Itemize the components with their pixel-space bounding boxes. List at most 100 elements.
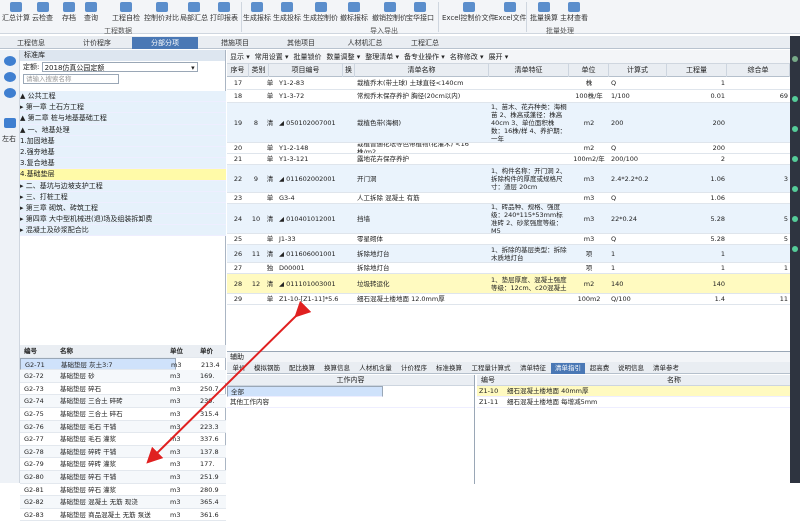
aux-tab[interactable]: 清单指引 (551, 363, 585, 374)
aux-tab[interactable]: 模拟钢筋 (250, 363, 284, 374)
tree-item[interactable]: ▸ 三、打桩工程 (20, 191, 226, 203)
excel-control-button[interactable]: Excel控制价文件 (442, 2, 496, 24)
toolbar-item[interactable]: 批量锁价 (294, 53, 322, 61)
library-table-row[interactable]: G2-78 基础垫层 碎砖 干铺 m3 137.8 (20, 445, 226, 459)
grid-icon[interactable] (4, 56, 16, 66)
gen-control-button[interactable]: 生成控制价 (303, 2, 338, 24)
tree-item[interactable]: ▲ 公共工程 (20, 91, 226, 103)
tree-item[interactable]: 3.复合地基 (20, 158, 226, 170)
dock-icon[interactable] (792, 246, 798, 252)
library-table-row[interactable]: G2-74 基础垫层 三合土 碎砖 m3 239. (20, 395, 226, 408)
excel-file-button[interactable]: Excel文件 (494, 2, 527, 24)
grid-row[interactable]: 23 单 G3-4 人工拆除 混凝土 有筋 m3 Q 1.06 (227, 193, 790, 204)
aux-tab[interactable]: 清单特征 (516, 363, 550, 374)
gen-bid-button[interactable]: 生成报标 (243, 2, 271, 24)
summary-calc-button[interactable]: 汇总计算 (2, 2, 30, 24)
grid-row[interactable]: 18 单 Y1-3-72 常规乔木保存养护 胸径(20cm以内) 100株/年 1/100… (227, 90, 790, 103)
library-search-input[interactable]: 请输入搜索名称 (23, 74, 119, 84)
library-table-row[interactable]: G2-83 基础垫层 商品混凝土 无筋 泵送 m3 361.6 (20, 509, 226, 521)
toolbar-item[interactable]: 展开 ▾ (489, 53, 509, 61)
guidance-row[interactable]: Z1-11 细石混凝土楼地面 每增减5mm (477, 397, 800, 408)
target-icon[interactable] (4, 88, 16, 98)
tree-item[interactable]: ▸ 第四章 大中型机械进(退)场及组装拆卸费 (20, 214, 226, 226)
dock-icon[interactable] (792, 56, 798, 62)
aux-tab[interactable]: 清单参考 (649, 363, 683, 374)
cloud-icon[interactable] (4, 72, 16, 82)
partial-summary-button[interactable]: 局部汇总 (180, 2, 208, 24)
aux-tab[interactable]: 人材机含量 (355, 363, 396, 374)
tree-item[interactable]: ▸ 二、基坑与边坡支护工程 (20, 180, 226, 192)
query-button[interactable]: 查询 (84, 2, 98, 24)
quota-select[interactable]: 2018仿真公园定额 ▾ (41, 62, 198, 72)
aux-tab[interactable]: 配比换算 (285, 363, 319, 374)
aux-tab[interactable]: 超高费 (586, 363, 613, 374)
library-table-row[interactable]: G2-77 基础垫层 毛石 灌浆 m3 337.6 (20, 433, 226, 446)
library-table-row[interactable]: G2-82 基础垫层 混凝土 无筋 现浇 m3 365.4 (20, 496, 226, 509)
tab-itemized[interactable]: 分部分项 (132, 37, 198, 49)
toolbar-item[interactable]: 常用设置 ▾ (255, 53, 289, 61)
library-table-row[interactable]: G2-80 基础垫层 碎石 干铺 m3 251.9 (20, 470, 226, 484)
tree-item[interactable]: 4.基础垫层 (20, 169, 226, 181)
dock-icon[interactable] (792, 156, 798, 162)
library-table-row[interactable]: G2-75 基础垫层 三合土 碎石 m3 315.4 (20, 408, 226, 421)
aux-tab[interactable]: 计价程序 (397, 363, 431, 374)
tab-pricing-program[interactable]: 计价程序 (68, 37, 126, 49)
toolbar-item[interactable]: 备专业操作 ▾ (404, 53, 445, 61)
grid-row[interactable]: 27 独 D00001 拆除地灯台 项 1 1 1 (227, 263, 790, 274)
grid-row[interactable]: 24 10 清 ◢ 010401012001 挡墙 1、砖品种、规格、强度级：240*11… (227, 204, 790, 234)
aux-tab[interactable]: 换算信息 (320, 363, 354, 374)
toolbar-item[interactable]: 整理清单 ▾ (365, 53, 399, 61)
save-button[interactable]: 存档 (62, 2, 76, 24)
tree-item[interactable]: ▲ 第二章 桩与地基基础工程 (20, 113, 226, 125)
tab-measures[interactable]: 措施项目 (206, 37, 264, 49)
dock-icon[interactable] (792, 96, 798, 102)
aux-tab[interactable]: 说明信息 (614, 363, 648, 374)
toolbar-item[interactable]: 数量调整 ▾ (327, 53, 361, 61)
library-table-row[interactable]: G2-73 基础垫层 碎石 m3 250.7 (20, 383, 226, 396)
library-table-row[interactable]: G2-81 基础垫层 碎石 灌浆 m3 280.9 (20, 484, 226, 497)
price-compare-button[interactable]: 控制价对比 (144, 2, 179, 24)
library-table-row[interactable]: G2-71 基础垫层 灰土3:7 m3 213.4 (20, 357, 220, 371)
grid-row[interactable]: 21 单 Y1-3-121 露地花卉保存养护 100m2/年 200/100 2 (227, 154, 790, 165)
project-check-button[interactable]: 工程自检 (112, 2, 140, 24)
material-view-button[interactable]: 主材查看 (560, 2, 588, 24)
aux-tab[interactable]: 工程量计算式 (467, 363, 515, 374)
dock-icon[interactable] (792, 126, 798, 132)
grid-row[interactable]: 19 8 清 ◢ 050102007001 栽植色带(海桐) 1、苗木、花卉种类：海桐苗 … (227, 103, 790, 143)
grid-row[interactable]: 17 单 Y1-2-83 栽植乔木(带土球) 土球直径<140cm 株 Q 1 (227, 77, 790, 90)
swap-arrows-icon[interactable] (4, 118, 16, 128)
tree-item[interactable]: ▲ 一、地基处理 (20, 124, 226, 136)
aux-tab[interactable]: 单价 (229, 363, 249, 374)
tree-item[interactable]: ▸ 第三章 砌筑、砖筑工程 (20, 202, 226, 215)
left-right-toggle[interactable]: 左右 (2, 134, 16, 144)
grid-row[interactable]: 25 单 J1-33 零星砌体 m3 Q 5.28 5 (227, 234, 790, 245)
guidance-row[interactable]: Z1-10 细石混凝土楼地面 40mm厚 (477, 386, 800, 397)
work-content-row[interactable]: 全部 (227, 386, 383, 397)
tree-item[interactable]: 1.加固地基 (20, 135, 226, 147)
work-content-row[interactable]: 其他工作内容 (227, 397, 474, 408)
cloud-check-button[interactable]: 云检查 (32, 2, 53, 24)
tree-item[interactable]: ▸ 混凝土及砂浆配合比 (20, 225, 226, 237)
tab-project-info[interactable]: 工程信息 (4, 37, 58, 49)
tab-labor-material[interactable]: 人材机汇总 (336, 37, 394, 49)
toolbar-item[interactable]: 名称修改 ▾ (450, 53, 484, 61)
grid-row[interactable]: 26 11 清 ◢ 011606001001 拆除地灯台 1、拆除的基层类型：拆除木质地灯… (227, 245, 790, 263)
tree-item[interactable]: 2.强夯地基 (20, 146, 226, 159)
grid-row[interactable]: 20 单 Y1-2-148 栽植普通花坛等色带植物(花灌木) <16株/m2 m2 Q 20… (227, 143, 790, 154)
tree-item[interactable]: ▸ 第一章 土石方工程 (20, 102, 226, 114)
grid-row[interactable]: 28 12 清 ◢ 011101003001 垃圾转运化 1、垫层厚度、混凝土强度等级：1… (227, 274, 790, 294)
withdraw-control-button[interactable]: 撤销控制价 (372, 2, 407, 24)
dock-icon[interactable] (792, 186, 798, 192)
baohua-interface-button[interactable]: 宝华接口 (406, 2, 434, 24)
gen-tender-button[interactable]: 生成投标 (273, 2, 301, 24)
aux-tab[interactable]: 标准换算 (432, 363, 466, 374)
grid-row[interactable]: 22 9 清 ◢ 011602002001 开门洞 1、构件名称：开门洞 2、拆除构件的厚… (227, 165, 790, 193)
batch-convert-button[interactable]: 批量换算 (530, 2, 558, 24)
library-table-row[interactable]: G2-72 基础垫层 砂 m3 169. (20, 370, 226, 383)
tab-other-items[interactable]: 其他项目 (272, 37, 330, 49)
grid-row[interactable]: 29 单 Z1-10-[Z1-11]*5.6 细石混凝土楼地面 12.0mm厚 100m… (227, 294, 790, 305)
dock-icon[interactable] (792, 216, 798, 222)
print-report-button[interactable]: 打印报表 (210, 2, 238, 24)
library-table-row[interactable]: G2-79 基础垫层 碎砖 灌浆 m3 177. (20, 458, 226, 471)
tab-project-summary[interactable]: 工程汇总 (396, 37, 454, 49)
